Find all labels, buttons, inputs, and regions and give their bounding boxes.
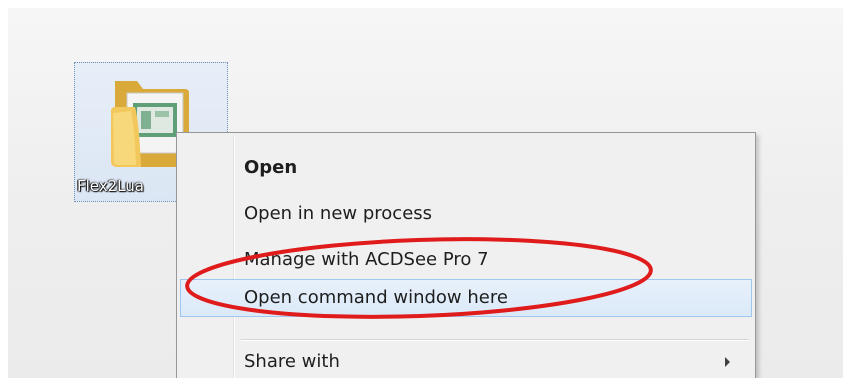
menu-item-label: Open command window here xyxy=(244,287,508,308)
menu-item-share-with[interactable]: Share with xyxy=(180,343,752,378)
menu-separator xyxy=(241,339,749,341)
menu-item-label: Open xyxy=(244,157,298,178)
menu-item-label: Share with xyxy=(244,351,340,372)
context-menu: Open Open in new process Manage with ACD… xyxy=(176,132,756,378)
menu-item-label: Manage with ACDSee Pro 7 xyxy=(244,249,489,270)
menu-item-label: Open in new process xyxy=(244,203,433,224)
menu-item-open-in-new-process[interactable]: Open in new process xyxy=(180,195,752,233)
menu-item-open[interactable]: Open xyxy=(180,149,752,187)
menu-item-open-command-window[interactable]: Open command window here xyxy=(180,279,752,317)
submenu-arrow-icon xyxy=(725,357,730,367)
menu-item-manage-with-acdsee[interactable]: Manage with ACDSee Pro 7 xyxy=(180,241,752,279)
desktop: Flex2Lua Open Open in new process Manage… xyxy=(8,8,843,378)
